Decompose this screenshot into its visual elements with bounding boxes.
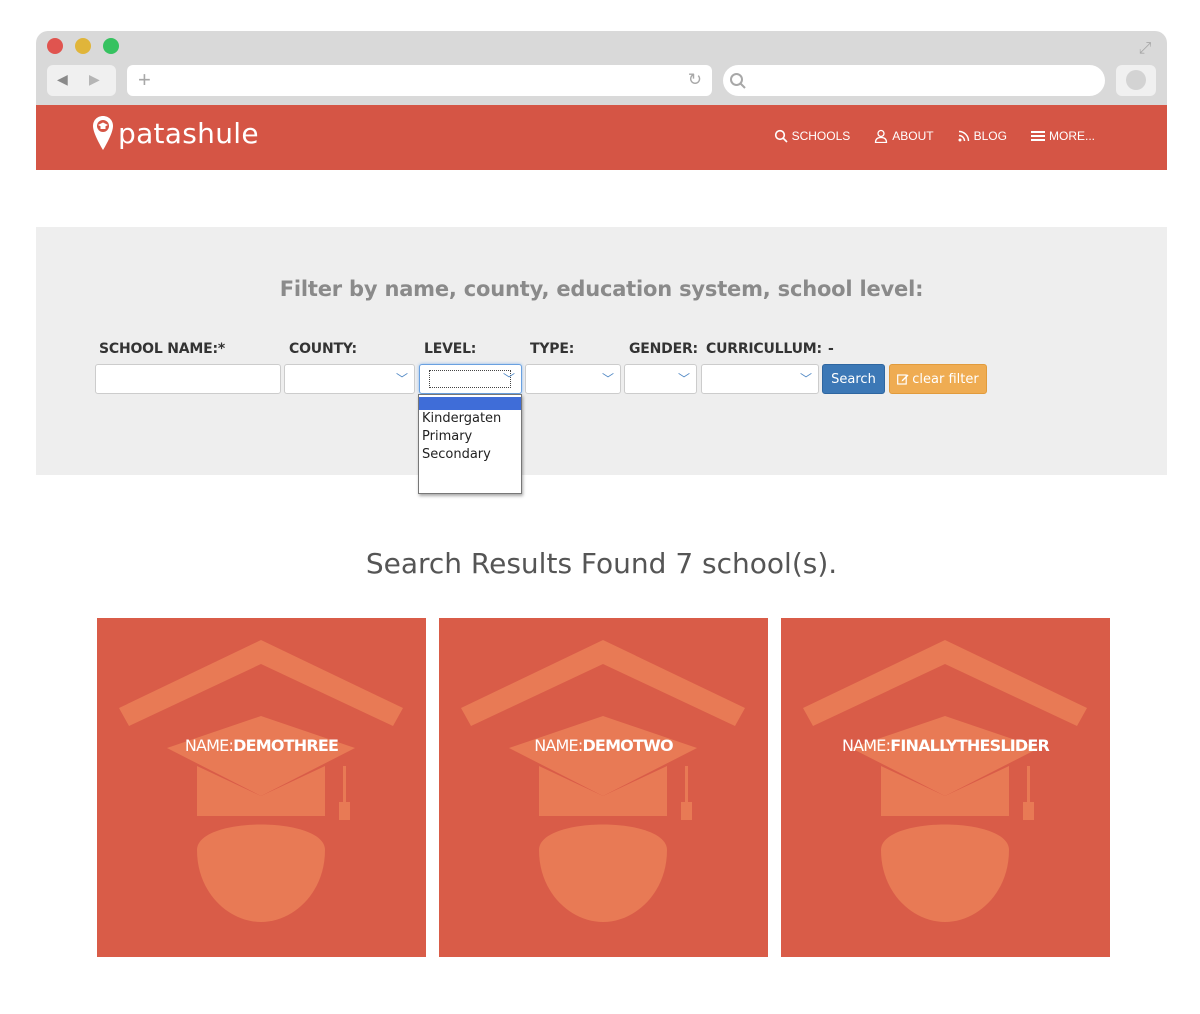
site-logo[interactable]: patashule xyxy=(92,113,259,153)
browser-search-input[interactable] xyxy=(723,65,1105,96)
user-icon xyxy=(875,129,888,143)
nav-label: SCHOOLS xyxy=(791,129,851,143)
type-label: TYPE: xyxy=(530,341,575,357)
label-dash: - xyxy=(828,341,834,357)
chevron-down-icon: ﹀ xyxy=(395,372,408,386)
curriculum-label: CURRICULLUM: xyxy=(706,341,822,357)
nav-more[interactable]: MORE... xyxy=(1030,129,1095,143)
reload-icon[interactable]: ↻ xyxy=(688,70,702,90)
clear-filter-label: clear filter xyxy=(912,371,979,387)
rss-icon xyxy=(958,130,969,142)
nav-label: MORE... xyxy=(1048,129,1095,143)
level-select-focus-ring xyxy=(429,370,511,388)
filter-panel: Filter by name, county, education system… xyxy=(36,227,1167,475)
school-name-input[interactable] xyxy=(95,364,281,394)
nav-blog[interactable]: BLOG xyxy=(958,129,1007,143)
address-bar[interactable]: + ↻ xyxy=(127,65,712,96)
level-dropdown-list: Kindergaten Primary Secondary xyxy=(418,394,522,494)
site-header: patashule SCHOOLS ABOUT BLOG MORE... xyxy=(36,105,1167,170)
results-title: Search Results Found 7 school(s). xyxy=(365,547,838,580)
fullscreen-icon[interactable]: ⤢ xyxy=(1135,39,1155,59)
level-label: LEVEL: xyxy=(424,341,477,357)
nav-about[interactable]: ABOUT xyxy=(874,129,934,143)
chevron-down-icon: ﹀ xyxy=(601,372,614,386)
school-card-title: NAME:DEMOTHREE xyxy=(97,736,426,755)
gender-label: GENDER: xyxy=(629,341,698,357)
back-icon[interactable]: ◀ xyxy=(57,71,68,88)
level-option-kindergarten[interactable]: Kindergaten xyxy=(419,410,521,428)
chevron-down-icon: ﹀ xyxy=(799,372,812,386)
school-name: DEMOTHREE xyxy=(233,736,339,755)
nav-label: BLOG xyxy=(973,129,1007,143)
search-button[interactable]: Search xyxy=(822,364,885,394)
menu-icon xyxy=(1030,131,1045,141)
minimize-window-button[interactable] xyxy=(75,38,91,54)
name-prefix: NAME: xyxy=(184,736,234,755)
browser-chrome: ⤢ ◀ ▶ + ↻ xyxy=(36,31,1167,105)
school-name: FINALLYTHESLIDER xyxy=(890,736,1050,755)
school-name: DEMOTWO xyxy=(582,736,673,755)
close-window-button[interactable] xyxy=(47,38,63,54)
new-tab-icon[interactable]: + xyxy=(138,67,151,93)
filter-title: Filter by name, county, education system… xyxy=(279,277,924,301)
main-nav: SCHOOLS ABOUT BLOG MORE... xyxy=(774,129,1095,143)
school-card-title: NAME:FINALLYTHESLIDER xyxy=(781,736,1110,755)
graduation-cap-icon xyxy=(803,640,1087,922)
search-icon xyxy=(730,73,746,89)
county-select[interactable]: ﹀ xyxy=(284,364,415,394)
school-name-label: SCHOOL NAME:* xyxy=(99,341,226,357)
nav-label: ABOUT xyxy=(892,129,934,143)
level-select[interactable]: ﹀ xyxy=(419,364,522,394)
browser-window: ⤢ ◀ ▶ + ↻ patashule SCHOOLS ABOUT BLOG M… xyxy=(36,31,1167,971)
county-label: COUNTY: xyxy=(289,341,357,357)
map-pin-icon xyxy=(93,116,113,150)
gender-select[interactable]: ﹀ xyxy=(624,364,697,394)
school-card[interactable]: NAME:DEMOTWO xyxy=(439,618,768,957)
clear-filter-button[interactable]: clear filter xyxy=(889,364,987,394)
school-card[interactable]: NAME:FINALLYTHESLIDER xyxy=(781,618,1110,957)
nav-schools[interactable]: SCHOOLS xyxy=(774,129,851,143)
level-option-empty[interactable] xyxy=(419,397,521,410)
name-prefix: NAME: xyxy=(841,736,891,755)
forward-icon[interactable]: ▶ xyxy=(89,71,100,88)
graduation-cap-icon xyxy=(119,640,403,922)
type-select[interactable]: ﹀ xyxy=(525,364,621,394)
level-option-secondary[interactable]: Secondary xyxy=(419,446,521,464)
level-option-primary[interactable]: Primary xyxy=(419,428,521,446)
graduation-cap-icon xyxy=(461,640,745,922)
search-icon xyxy=(774,129,788,143)
chevron-down-icon: ﹀ xyxy=(677,372,690,386)
curriculum-select[interactable]: ﹀ xyxy=(701,364,819,394)
extension-icon xyxy=(1126,70,1146,90)
edit-icon xyxy=(897,374,909,385)
history-buttons: ◀ ▶ xyxy=(47,65,116,96)
extension-button[interactable] xyxy=(1116,65,1156,96)
chevron-down-icon: ﹀ xyxy=(502,372,515,386)
name-prefix: NAME: xyxy=(534,736,583,755)
maximize-window-button[interactable] xyxy=(103,38,119,54)
school-card[interactable]: NAME:DEMOTHREE xyxy=(97,618,426,957)
search-button-label: Search xyxy=(831,371,876,387)
school-card-title: NAME:DEMOTWO xyxy=(439,736,768,755)
brand-name: patashule xyxy=(118,116,259,150)
